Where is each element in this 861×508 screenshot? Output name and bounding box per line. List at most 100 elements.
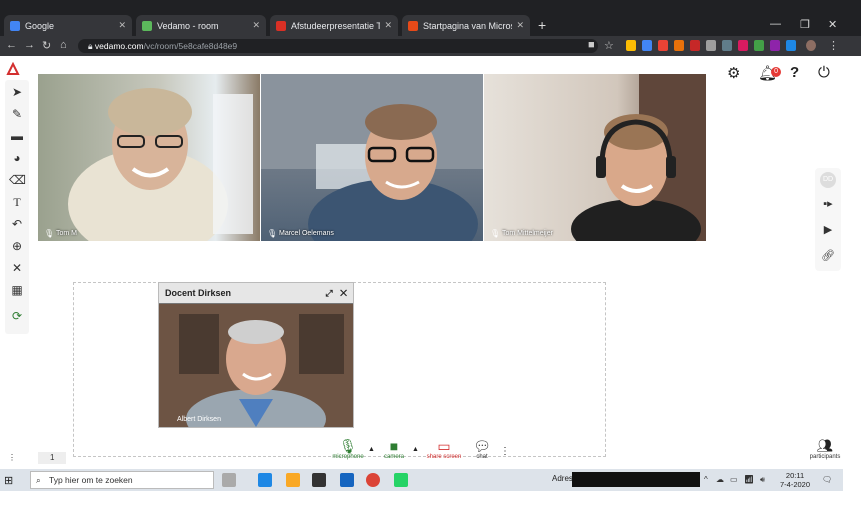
- close-icon[interactable]: ✕: [340, 288, 347, 298]
- extension-icon[interactable]: [786, 40, 796, 51]
- clock-time: 20:11: [785, 471, 805, 480]
- maximize-icon[interactable]: ❐: [800, 18, 810, 31]
- page-navigator: ⋮ 1: [8, 452, 67, 464]
- close-icon[interactable]: ✕: [516, 20, 524, 31]
- close-icon[interactable]: ✕: [118, 20, 126, 31]
- participants-button[interactable]: 👥︎ participants: [808, 438, 842, 464]
- system-clock[interactable]: 20:11 7-4-2020: [780, 471, 810, 489]
- participant-video-image: [571, 74, 706, 241]
- palette-icon[interactable]: ◕: [9, 150, 25, 166]
- participant-name: Albert Dirksen: [177, 416, 221, 423]
- close-icon[interactable]: ✕: [384, 20, 392, 31]
- reload-icon[interactable]: ↻: [42, 39, 51, 52]
- control-label: camera: [383, 454, 404, 460]
- tab-office[interactable]: Startpagina van Microsoft Office ✕: [402, 15, 530, 36]
- minimize-icon[interactable]: —: [770, 18, 781, 30]
- avatar[interactable]: DD: [820, 172, 836, 188]
- chevron-up-icon[interactable]: ▲: [368, 446, 375, 453]
- eraser-icon[interactable]: ⌫: [9, 172, 26, 188]
- expand-icon[interactable]: ⤢: [325, 288, 332, 298]
- tab-google[interactable]: Google ✕: [4, 15, 132, 36]
- people-icon: 👥︎: [816, 438, 834, 453]
- search-icon: ⌕: [36, 475, 41, 485]
- participant-name: Tom M: [56, 230, 77, 237]
- settings-gear-icon[interactable]: ⚙: [727, 64, 740, 82]
- url-field[interactable]: 🔒︎ vedamo.com/vc/room/5e8cafe8d48e9: [78, 39, 598, 53]
- volume-icon[interactable]: 🔊︎: [760, 475, 765, 485]
- menu-kebab-icon[interactable]: ⋮: [828, 39, 839, 52]
- battery-icon[interactable]: ▭: [730, 475, 738, 484]
- chevron-up-icon[interactable]: ^: [704, 475, 708, 484]
- windows-start-icon[interactable]: ⊞: [4, 474, 13, 487]
- text-icon[interactable]: T: [9, 194, 25, 210]
- popup-header[interactable]: Docent Dirksen ⤢ ✕: [159, 283, 353, 303]
- power-icon[interactable]: ⏻: [818, 64, 830, 81]
- edge-icon[interactable]: [258, 473, 272, 487]
- tab-afstudeerpresentatie[interactable]: Afstudeerpresentatie Tom M ✕: [270, 15, 398, 36]
- home-icon[interactable]: ⌂: [60, 39, 67, 51]
- zoom-icon[interactable]: ⊕: [9, 238, 25, 254]
- fit-screen-icon[interactable]: ✕: [9, 260, 25, 276]
- url-host: vedamo.com: [94, 41, 144, 51]
- grid-icon[interactable]: ▦: [9, 282, 25, 298]
- rectangle-icon[interactable]: ▬: [9, 128, 25, 144]
- teacher-video-popup[interactable]: Docent Dirksen ⤢ ✕ Albert Dirksen: [158, 282, 354, 428]
- attachment-icon[interactable]: 🔗︎: [820, 248, 836, 264]
- extension-icon[interactable]: [674, 40, 684, 51]
- new-tab-button[interactable]: +: [538, 17, 546, 33]
- microphone-button[interactable]: 🎙︎ microphone: [330, 438, 366, 466]
- camera-button[interactable]: ■ camera: [378, 438, 410, 466]
- extension-icon[interactable]: [690, 40, 700, 51]
- extension-icon[interactable]: [722, 40, 732, 51]
- undo-icon[interactable]: ↶: [9, 216, 25, 232]
- bell-icon[interactable]: 🔔︎ 0: [758, 64, 782, 82]
- vedamo-logo: [6, 61, 20, 76]
- tab-label: Google: [25, 20, 55, 31]
- share-screen-button[interactable]: ▭ share screen: [426, 438, 462, 466]
- extension-icon[interactable]: [770, 40, 780, 51]
- tab-label: Startpagina van Microsoft Office: [423, 20, 512, 31]
- vedamo-favicon-icon: [142, 20, 152, 31]
- mail-icon[interactable]: [340, 473, 354, 487]
- address-toolbar-input[interactable]: [572, 472, 700, 487]
- extension-icon[interactable]: [658, 40, 668, 51]
- close-icon[interactable]: ✕: [252, 20, 260, 31]
- control-label: microphone: [332, 454, 364, 460]
- microphone-icon: 🎙︎: [339, 438, 357, 454]
- chevron-up-icon[interactable]: ▲: [412, 446, 419, 453]
- more-options-icon[interactable]: ⋮: [500, 446, 510, 457]
- help-icon[interactable]: ?: [790, 64, 799, 81]
- notifications-icon[interactable]: 🗨︎: [822, 475, 832, 484]
- extension-icon[interactable]: [738, 40, 748, 51]
- task-view-icon[interactable]: [222, 473, 236, 487]
- forward-icon[interactable]: →: [24, 39, 35, 51]
- chat-button[interactable]: 💬︎ chat: [468, 438, 496, 466]
- file-explorer-icon[interactable]: [286, 473, 300, 487]
- video-settings-icon[interactable]: ▪▸: [820, 196, 836, 212]
- bookmark-star-icon[interactable]: ☆: [604, 39, 614, 52]
- video-tile: 🎙︎ Tom Mittelmeijer: [484, 74, 706, 241]
- network-icon[interactable]: 📶︎: [744, 475, 754, 484]
- camera-indicator-icon[interactable]: ■: [588, 39, 595, 51]
- extension-icon[interactable]: [626, 40, 636, 51]
- extension-icon[interactable]: [642, 40, 652, 51]
- pointer-icon[interactable]: ➤: [9, 84, 25, 100]
- tab-vedamo-room[interactable]: Vedamo - room ✕: [136, 15, 266, 36]
- page-menu-icon[interactable]: ⋮: [8, 453, 16, 462]
- url-path: /vc/room/5e8cafe8d48e9: [143, 41, 238, 51]
- play-icon[interactable]: ▶: [820, 222, 836, 238]
- chrome-icon[interactable]: [366, 473, 380, 487]
- extension-icon[interactable]: [754, 40, 764, 51]
- pen-icon[interactable]: ✎: [9, 106, 25, 122]
- back-icon[interactable]: ←: [6, 39, 17, 51]
- store-icon[interactable]: [312, 473, 326, 487]
- sync-icon[interactable]: ⟳: [9, 308, 25, 324]
- page-number[interactable]: 1: [38, 452, 67, 464]
- profile-avatar[interactable]: [806, 40, 816, 51]
- close-window-icon[interactable]: ✕: [828, 18, 837, 31]
- video-tile: 🎙︎ Tom M: [38, 74, 260, 241]
- taskbar-search-input[interactable]: ⌕ Typ hier om te zoeken: [30, 471, 214, 489]
- cloud-icon[interactable]: ☁: [716, 475, 724, 484]
- extension-icon[interactable]: [706, 40, 716, 51]
- whatsapp-icon[interactable]: [394, 473, 408, 487]
